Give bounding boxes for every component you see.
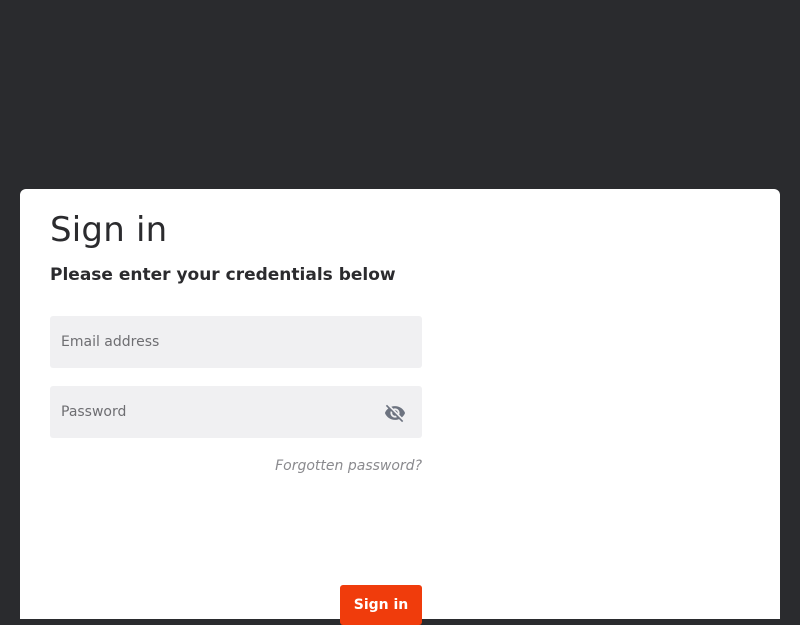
forgot-password-link[interactable]: Forgotten password? xyxy=(50,457,422,475)
email-field-container xyxy=(50,316,422,368)
eye-off-icon[interactable] xyxy=(384,402,406,424)
sign-in-button[interactable]: Sign in xyxy=(340,585,422,625)
password-field[interactable] xyxy=(50,386,422,438)
email-field[interactable] xyxy=(50,316,422,368)
page-title: Sign in xyxy=(50,210,168,250)
sign-in-modal: Sign in Please enter your credentials be… xyxy=(20,189,780,625)
password-field-container xyxy=(50,386,422,438)
page-subtitle: Please enter your credentials below xyxy=(50,265,396,285)
